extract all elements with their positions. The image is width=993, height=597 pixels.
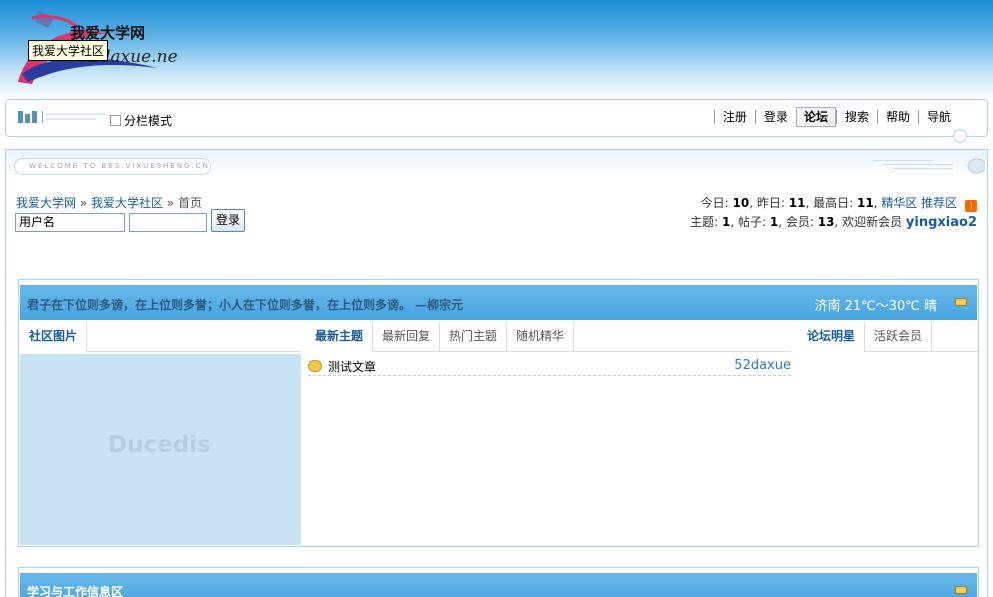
section-title[interactable]: 学习与工作信息区 <box>27 583 123 597</box>
breadcrumb-current: 首页 <box>178 196 203 210</box>
latest-topics: 最新主题 最新回复 热门主题 随机精华 测试文章 52daxue <box>306 322 791 546</box>
posts-count: 1 <box>769 215 779 229</box>
breadcrumb-sep: » <box>79 196 88 210</box>
forum-info-panel: 君子在下位则多谤，在上位则多誉；小人在下位则多誉，在上位则多谤。 —柳宗元 济南… <box>18 279 979 547</box>
password-input[interactable] <box>129 213 207 232</box>
nav-links: 注册 登录 论坛 搜索 帮助 导航 <box>713 106 959 127</box>
max-count: 11 <box>856 196 874 210</box>
breadcrumb-community[interactable]: 我爱大学社区 <box>91 196 163 210</box>
topic-author[interactable]: 52daxue <box>734 358 791 373</box>
yesterday-count: 11 <box>788 196 806 210</box>
welcome-member-label: 欢迎新会员 <box>842 215 903 229</box>
picture-tabs: 社区图片 <box>20 322 301 352</box>
main-content: WELCOME TO BBS.VIXUESHENG.CN 我爱大学网 » 我爱大… <box>5 149 988 597</box>
tab-latest-replies[interactable]: 最新回复 <box>373 322 441 352</box>
members-count: 13 <box>817 215 835 229</box>
corner-decoration-icon <box>873 158 985 174</box>
breadcrumb-home[interactable]: 我爱大学网 <box>16 196 76 210</box>
login-button[interactable]: 登录 <box>211 209 246 232</box>
watermark-text: Ducedis <box>108 432 211 458</box>
yesterday-label: 昨日: <box>756 196 785 210</box>
breadcrumb: 我爱大学网 » 我爱大学社区 » 首页 <box>16 194 202 211</box>
picture-slideshow[interactable]: Ducedis <box>20 354 301 545</box>
forum-stars: 论坛明星 活跃会员 <box>798 322 978 352</box>
welcome-band: WELCOME TO BBS.VIXUESHENG.CN <box>6 150 987 178</box>
breadcrumb-sep: » <box>166 196 175 210</box>
weather-text: 济南 21℃～30℃ 晴 <box>814 299 937 314</box>
top-navbar: 分栏模式 注册 登录 论坛 搜索 帮助 导航 <box>5 99 988 143</box>
username-input[interactable]: 用户名 <box>15 213 125 232</box>
tab-random-digest[interactable]: 随机精华 <box>507 322 575 352</box>
collapse-icon[interactable] <box>955 586 967 594</box>
tab-hot-topics[interactable]: 热门主题 <box>440 322 508 352</box>
topic-row[interactable]: 测试文章 52daxue <box>308 358 791 376</box>
tab-community-pictures[interactable]: 社区图片 <box>20 322 88 352</box>
topic-icon <box>308 360 322 372</box>
motto-text: 君子在下位则多谤，在上位则多誉；小人在下位则多誉，在上位则多谤。 —柳宗元 <box>27 298 464 312</box>
nav-help[interactable]: 帮助 <box>876 110 918 124</box>
max-label: 最高日: <box>813 196 854 210</box>
section-header: 学习与工作信息区 <box>20 573 977 597</box>
today-count: 10 <box>732 196 750 210</box>
tab-forum-stars[interactable]: 论坛明星 <box>798 322 866 352</box>
nav-register[interactable]: 注册 <box>713 110 755 124</box>
tab-latest-topics[interactable]: 最新主题 <box>306 322 374 352</box>
nav-search[interactable]: 搜索 <box>835 110 877 124</box>
split-mode-label: 分栏模式 <box>124 114 173 128</box>
tab-active-members[interactable]: 活跃会员 <box>865 322 933 352</box>
split-mode-toggle[interactable]: 分栏模式 <box>110 112 172 129</box>
login-form: 用户名 登录 <box>15 209 246 232</box>
welcome-banner: WELCOME TO BBS.VIXUESHENG.CN <box>14 158 211 175</box>
member-tabs: 论坛明星 活跃会员 <box>798 322 978 352</box>
study-work-section: 学习与工作信息区 <box>18 567 979 597</box>
recommend-link[interactable]: 推荐区 <box>921 196 957 210</box>
digest-link[interactable]: 精华区 <box>881 196 917 210</box>
rss-icon[interactable]: ) <box>965 200 977 212</box>
site-header: 我爱大学网 52daxue.net 我爱大学社区 <box>0 0 993 100</box>
forum-stats: 今日: 10, 昨日: 11, 最高日: 11, 精华区 推荐区 ) 主题: 1… <box>690 196 977 230</box>
today-label: 今日: <box>700 196 729 210</box>
topic-title[interactable]: 测试文章 <box>328 358 376 375</box>
topics-count: 1 <box>721 215 731 229</box>
collapse-icon[interactable] <box>955 298 967 306</box>
menu-decoration-icon <box>18 111 106 123</box>
nav-decoration <box>953 129 967 143</box>
nav-navigation[interactable]: 导航 <box>917 110 959 124</box>
community-pictures: 社区图片 Ducedis <box>20 322 301 546</box>
topics-label: 主题: <box>690 215 719 229</box>
topic-tabs: 最新主题 最新回复 热门主题 随机精华 <box>306 322 791 352</box>
panel-header: 君子在下位则多谤，在上位则多誉；小人在下位则多誉，在上位则多谤。 —柳宗元 济南… <box>20 285 977 320</box>
nav-login[interactable]: 登录 <box>754 110 796 124</box>
nav-forum[interactable]: 论坛 <box>795 107 836 127</box>
new-member-link[interactable]: yingxiao2 <box>906 215 977 230</box>
logo-tooltip: 我爱大学社区 <box>28 40 109 61</box>
posts-label: 帖子: <box>737 215 767 229</box>
members-label: 会员: <box>785 215 814 229</box>
split-mode-checkbox[interactable] <box>110 115 121 126</box>
